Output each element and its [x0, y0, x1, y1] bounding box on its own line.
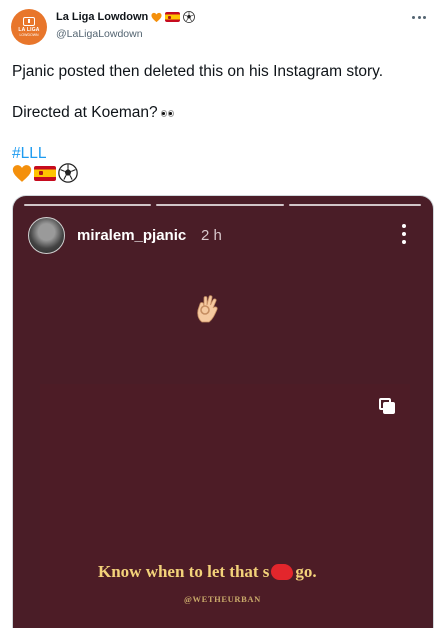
quote-credit: @WETHEURBAN [184, 594, 261, 604]
story-username: miralem_pjanic [77, 227, 187, 244]
hashtag-link[interactable]: #LLL [12, 145, 46, 163]
soccer-ball-icon [183, 11, 196, 23]
tweet-text-question: Directed at Koeman? [12, 104, 158, 121]
ok-hand-icon [197, 295, 218, 323]
account-handle[interactable]: @LaLigaLowdown [56, 28, 143, 40]
tweet-text-line2: Directed at Koeman? [12, 104, 174, 122]
quote-card [40, 384, 410, 628]
multi-image-icon [379, 398, 396, 415]
soccer-ball-icon [58, 163, 78, 183]
name-row: La Liga Lowdown [56, 11, 196, 23]
quote-text-before: Know when to let that s [98, 562, 270, 581]
orange-heart-icon [151, 12, 162, 22]
spain-flag-icon [165, 12, 181, 22]
avatar-text-2: LOWDOWN [19, 33, 39, 37]
redaction-scribble [271, 564, 294, 580]
story-menu-icon [401, 224, 407, 244]
spain-flag-icon [34, 165, 56, 181]
tweet-text-line1: Pjanic posted then deleted this on his I… [12, 63, 384, 80]
eyes-icon [160, 109, 174, 117]
story-avatar [28, 217, 65, 254]
story-progress-segment [289, 204, 421, 206]
story-time: 2 h [201, 227, 222, 244]
story-progress-segment [156, 204, 284, 206]
display-name[interactable]: La Liga Lowdown [56, 11, 148, 23]
quote-text-after: go. [295, 562, 317, 581]
orange-heart-icon [12, 164, 32, 182]
story-image[interactable]: miralem_pjanic 2 h Know when to let that… [12, 195, 434, 628]
story-progress-segment [24, 204, 151, 206]
emoji-row [12, 163, 78, 183]
more-options-icon[interactable] [408, 10, 430, 24]
account-avatar[interactable]: LA LIGA LOWDOWN [11, 9, 47, 45]
quote-text: Know when to let that s go. [98, 562, 398, 582]
crest-icon [23, 17, 35, 26]
tweet: LA LIGA LOWDOWN La Liga Lowdown @LaLigaL… [0, 0, 442, 628]
